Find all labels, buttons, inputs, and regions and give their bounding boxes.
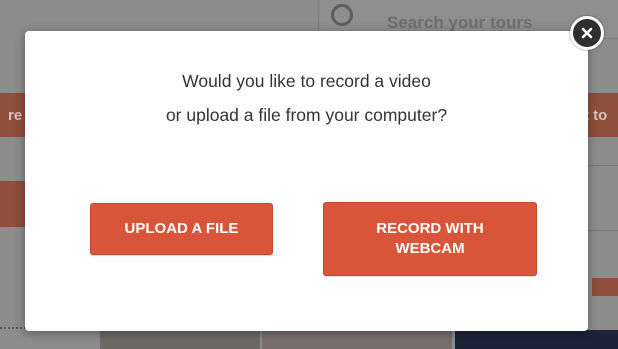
background-thumbnail xyxy=(100,330,260,349)
close-dialog-button[interactable] xyxy=(570,16,604,50)
background-chip xyxy=(592,278,618,296)
background-thumbnail xyxy=(262,330,452,349)
upload-file-button-label: UPLOAD A FILE xyxy=(124,220,239,237)
record-webcam-button[interactable]: RECORD WITH WEBCAM xyxy=(323,202,537,276)
record-webcam-label-line-1: RECORD WITH xyxy=(376,220,484,237)
search-placeholder: Search your tours xyxy=(387,13,533,32)
record-webcam-label-line-2: WEBCAM xyxy=(395,240,465,257)
upload-file-button[interactable]: UPLOAD A FILE xyxy=(90,203,273,255)
record-or-upload-dialog: Would you like to record a video or uplo… xyxy=(25,31,588,331)
search-icon xyxy=(331,4,353,26)
background-left-block xyxy=(0,181,26,227)
background-band-left-text: re xyxy=(8,107,23,124)
close-icon xyxy=(581,27,593,39)
dialog-prompt-line-1: Would you like to record a video xyxy=(182,71,431,91)
dialog-prompt-line-2: or upload a file from your computer? xyxy=(165,105,448,125)
background-thumbnail xyxy=(455,330,618,349)
